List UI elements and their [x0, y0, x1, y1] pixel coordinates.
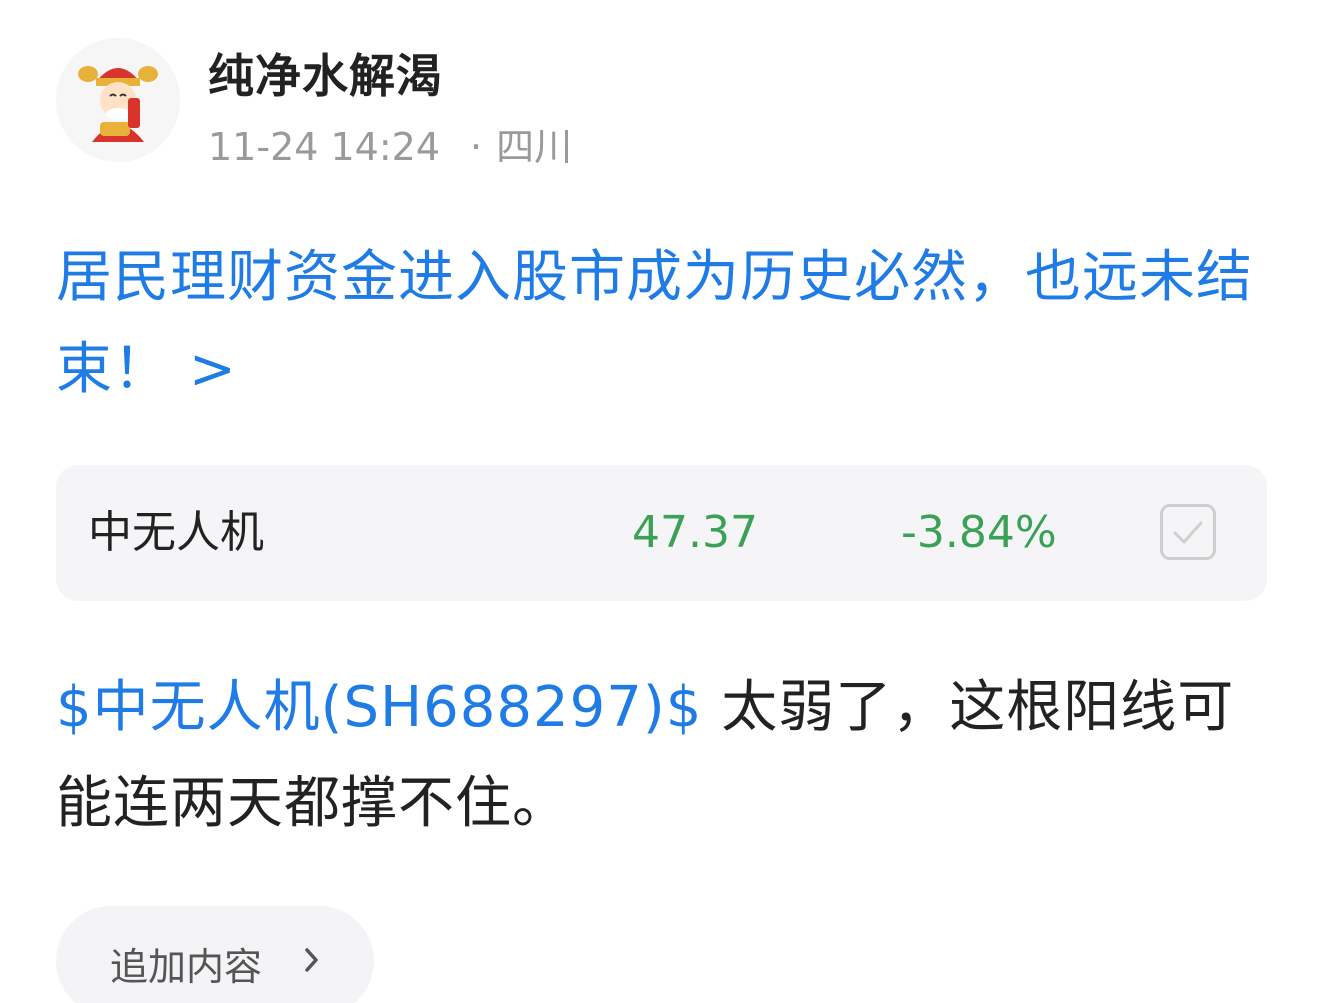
stock-tag-link[interactable]: $中无人机(SH688297)$: [56, 675, 702, 740]
watchlist-checkbox[interactable]: [1160, 504, 1216, 560]
stock-name: 中无人机: [88, 507, 264, 558]
stock-change: -3.84%: [901, 507, 1057, 558]
post-body: $中无人机(SH688297)$ 太弱了，这根阳线可能连两天都撑不住。: [56, 660, 1271, 852]
author-avatar[interactable]: [56, 38, 180, 162]
stock-card[interactable]: 中无人机 47.37 -3.84%: [56, 465, 1267, 601]
add-content-label: 追加内容: [110, 945, 263, 989]
check-icon: [1173, 521, 1203, 544]
headline-arrow: >: [188, 337, 237, 402]
stock-price: 47.37: [632, 507, 758, 558]
caishen-avatar-icon: [56, 38, 180, 162]
chevron-right-icon: [305, 948, 318, 972]
add-content-button[interactable]: 追加内容: [56, 906, 374, 1003]
post-location: 四川: [496, 125, 573, 169]
author-name[interactable]: 纯净水解渴: [208, 40, 443, 106]
headline-link[interactable]: 居民理财资金进入股市成为历史必然，也远未结束！ >: [56, 232, 1271, 416]
post-meta: 11-24 14:24 · 四川: [208, 116, 572, 171]
meta-separator: ·: [470, 125, 483, 169]
post-timestamp: 11-24 14:24: [208, 125, 441, 169]
